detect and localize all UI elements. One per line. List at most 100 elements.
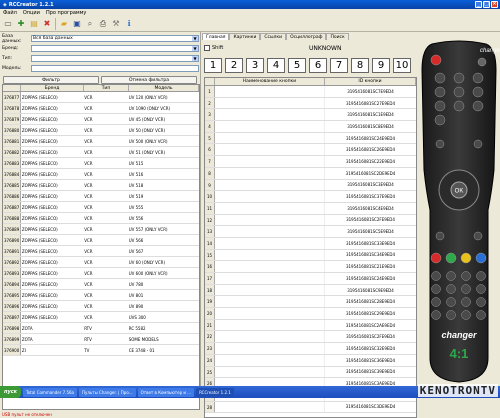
start-button[interactable]: пуск: [0, 386, 22, 398]
buttons-header-id[interactable]: ID кнопки: [325, 78, 416, 85]
tab-links[interactable]: Ссылки: [260, 33, 287, 40]
table-row[interactable]: 376882 ZOPPAS (SELECO) VCR UV 51 (ONLY VCR): [3, 147, 199, 158]
list-item[interactable]: 19 3195416081SC28E9ED4: [205, 296, 416, 309]
table-row[interactable]: 376880 ZOPPAS (SELECO) VCR UV 50 (ONLY VCR): [3, 125, 199, 136]
remove-icon[interactable]: ✖: [41, 18, 53, 30]
button-name-cell[interactable]: [215, 214, 325, 226]
list-item[interactable]: 15 3195416081SC34E9ED4: [205, 249, 416, 262]
grid-header-brand[interactable]: Бренд: [21, 85, 84, 91]
table-row[interactable]: 376899 ZOTA RTV SOME MODELS: [3, 334, 199, 345]
cancel-filter-button[interactable]: Отмена фильтра: [101, 76, 197, 84]
menu-about[interactable]: Про программу: [46, 10, 86, 16]
taskbar-item-changer[interactable]: Пульты Changer. | Про...: [78, 387, 136, 397]
close-button[interactable]: ×: [491, 1, 498, 8]
table-row[interactable]: 376878 ZOPPAS (SELECO) VCR UV 1090 (ONLY VC…: [3, 103, 199, 114]
model-input[interactable]: [31, 65, 199, 72]
number-button-2[interactable]: 2: [225, 58, 243, 73]
table-row[interactable]: 376887 ZOPPAS (SELECO) VCR UV 555: [3, 202, 199, 213]
button-name-cell[interactable]: [215, 202, 325, 214]
list-item[interactable]: 6 3195416081SC26E9ED4: [205, 144, 416, 157]
list-item[interactable]: 10 3195416081SC37E9ED4: [205, 191, 416, 203]
table-row[interactable]: 376881 ZOPPAS (SELECO) VCR UV 500 (ONLY VCR…: [3, 136, 199, 147]
new-icon[interactable]: ▭: [2, 18, 14, 30]
list-item[interactable]: 17 3195416081SC24E9ED4: [205, 273, 416, 285]
number-button-4[interactable]: 4: [267, 58, 285, 73]
list-item[interactable]: 22 3195416081SC2FE9ED4: [205, 331, 416, 344]
taskbar-item-totalcmd[interactable]: Total Commander 7.56a: [23, 387, 77, 397]
table-row[interactable]: 376888 ZOPPAS (SELECO) VCR UV 556: [3, 213, 199, 224]
list-item[interactable]: 24 3195416081SC36E9ED4: [205, 354, 416, 367]
chevron-down-icon[interactable]: ▼: [192, 36, 198, 41]
table-row[interactable]: 376879 ZOPPAS (SELECO) VCR UV 45 (ONLY VCR): [3, 114, 199, 125]
button-name-cell[interactable]: [215, 284, 325, 296]
list-item[interactable]: 25 3195416081SC39E9ED4: [205, 366, 416, 379]
table-row[interactable]: 376896 ZOPPAS (SELECO) VCR UV 890: [3, 301, 199, 312]
tools-icon[interactable]: ⚒: [110, 18, 122, 30]
db-select[interactable]: Вся база данных ▼: [31, 35, 199, 42]
tab-oscilloscope[interactable]: Осциллограф: [286, 33, 327, 40]
table-row[interactable]: 376897 ZOPPAS (SELECO) VCR UVS 300: [3, 312, 199, 323]
open-icon[interactable]: ▤: [28, 18, 40, 30]
number-button-1[interactable]: 1: [204, 58, 222, 73]
list-item[interactable]: 14 3195416081SC33E9ED4: [205, 237, 416, 250]
list-item[interactable]: 9 3195416081SC3E9ED4: [205, 179, 416, 192]
tab-search[interactable]: Поиск: [326, 33, 349, 40]
search-icon[interactable]: ⌕: [84, 18, 96, 30]
button-name-cell[interactable]: [215, 401, 325, 413]
info-icon[interactable]: ℹ: [123, 18, 135, 30]
table-row[interactable]: 376890 ZOPPAS (SELECO) VCR UV 566: [3, 235, 199, 246]
chevron-down-icon[interactable]: ▼: [192, 46, 198, 51]
number-button-10[interactable]: 10: [393, 58, 411, 73]
list-item[interactable]: 7 3195416081SC22E9ED4: [205, 156, 416, 168]
taskbar-item-rccreator[interactable]: RCCreator 1.2.1: [196, 387, 234, 397]
button-name-cell[interactable]: [215, 249, 325, 261]
list-item[interactable]: 28 3195416081SC3DE9ED4: [205, 401, 416, 414]
list-item[interactable]: 20 3195416081SC29E9ED4: [205, 308, 416, 320]
table-row[interactable]: 376889 ZOPPAS (SELECO) VCR UV 557 (ONLY VCR…: [3, 224, 199, 235]
list-item[interactable]: 21 3195416081SC2AE9ED4: [205, 319, 416, 332]
list-item[interactable]: 12 3195416081SC2FE9ED4: [205, 214, 416, 227]
shift-toggle[interactable]: Shift: [204, 45, 223, 51]
number-button-7[interactable]: 7: [330, 58, 348, 73]
maximize-button[interactable]: □: [483, 1, 490, 8]
button-name-cell[interactable]: [215, 109, 325, 121]
button-name-cell[interactable]: [215, 156, 325, 167]
button-name-cell[interactable]: [215, 226, 325, 237]
table-row[interactable]: 376895 ZOPPAS (SELECO) VCR UV 801: [3, 290, 199, 301]
list-item[interactable]: 23 3195416081SC32E9ED4: [205, 343, 416, 355]
button-name-cell[interactable]: [215, 121, 325, 132]
button-name-cell[interactable]: [215, 97, 325, 109]
list-item[interactable]: 5 3195416081SC24E9ED4: [205, 132, 416, 145]
list-item[interactable]: 18 3195416081SC9E9ED4: [205, 284, 416, 297]
button-name-cell[interactable]: [215, 319, 325, 331]
tab-main[interactable]: Главная: [202, 33, 230, 40]
table-row[interactable]: 376893 ZOPPAS (SELECO) VCR UV 600 (ONLY VCR…: [3, 268, 199, 279]
button-name-cell[interactable]: [215, 132, 325, 144]
list-item[interactable]: 2 3195416081SC27E9ED4: [205, 97, 416, 110]
button-name-cell[interactable]: [215, 331, 325, 343]
list-item[interactable]: 3 3195416081SC1E9ED4: [205, 109, 416, 122]
table-row[interactable]: 376894 ZOPPAS (SELECO) VCR UV 780: [3, 279, 199, 290]
minimize-button[interactable]: _: [475, 1, 482, 8]
brand-select[interactable]: ▼: [31, 45, 199, 52]
button-name-cell[interactable]: [215, 296, 325, 308]
button-name-cell[interactable]: [215, 179, 325, 191]
button-name-cell[interactable]: [215, 308, 325, 319]
folder-icon[interactable]: ▰: [58, 18, 70, 30]
save-icon[interactable]: ▣: [71, 18, 83, 30]
list-item[interactable]: 1 3195416081SC7E9ED4: [205, 86, 416, 98]
tab-pictures[interactable]: Картинки: [229, 33, 261, 40]
button-name-cell[interactable]: [215, 191, 325, 202]
table-row[interactable]: 376898 ZOTA RTV RC 5582: [3, 323, 199, 334]
button-name-cell[interactable]: [215, 366, 325, 378]
table-row[interactable]: 376877 ZOPPAS (SELECO) VCR UV 120 (ONLY VCR…: [3, 92, 199, 103]
buttons-header-name[interactable]: Наименование кнопки: [215, 78, 325, 85]
menu-file[interactable]: Файл: [3, 10, 17, 16]
grid-header-type[interactable]: Тип: [84, 85, 129, 91]
list-item[interactable]: 13 3195416081SC5E9ED4: [205, 226, 416, 238]
number-button-3[interactable]: 3: [246, 58, 264, 73]
button-name-cell[interactable]: [215, 261, 325, 272]
number-button-5[interactable]: 5: [288, 58, 306, 73]
button-name-cell[interactable]: [215, 144, 325, 156]
table-row[interactable]: 376892 ZOPPAS (SELECO) VCR UV 60 (ONLY VCR): [3, 257, 199, 268]
